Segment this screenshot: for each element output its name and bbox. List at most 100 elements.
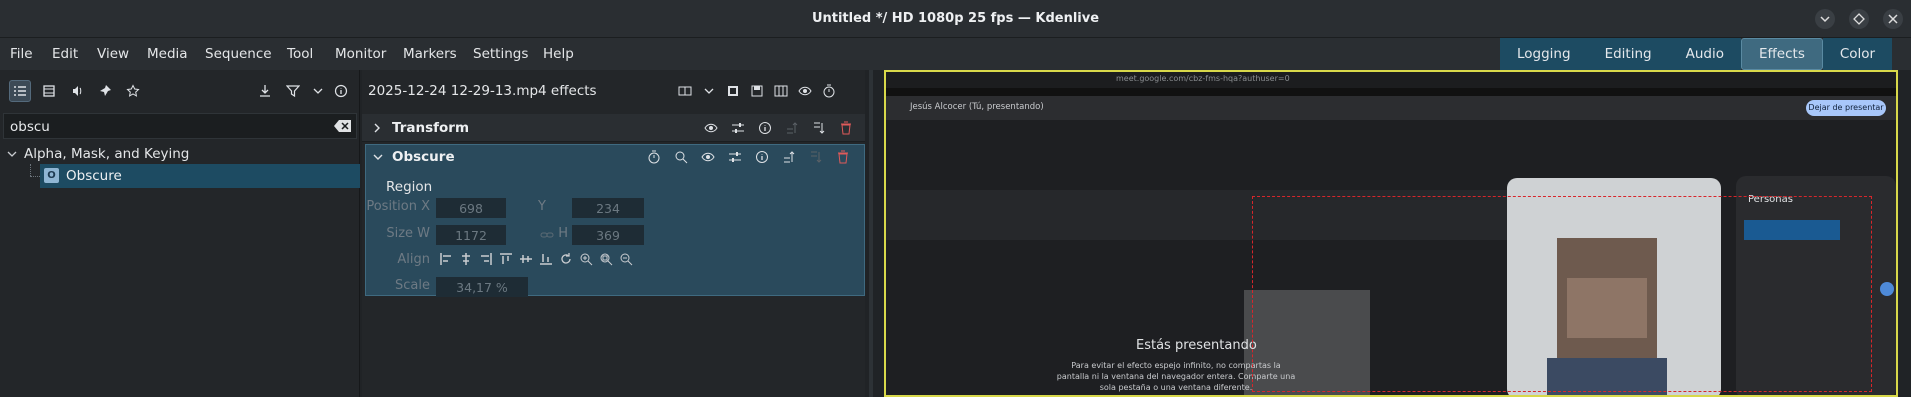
size-w-label: Size W — [386, 226, 430, 241]
zoom-fit-icon[interactable] — [598, 251, 614, 267]
align-vcenter-icon[interactable] — [518, 251, 534, 267]
keyframes-button[interactable] — [821, 83, 837, 99]
toggle-effects-button[interactable] — [797, 83, 813, 99]
reset-icon[interactable] — [558, 251, 574, 267]
align-hcenter-icon[interactable] — [458, 251, 474, 267]
region-label: Region — [386, 179, 433, 195]
browser-url: meet.google.com/cbz-fms-hqa?authuser=0 — [1116, 74, 1290, 83]
effect-icon: O — [44, 168, 59, 183]
audio-effects-button[interactable] — [66, 80, 88, 102]
menu-settings[interactable]: Settings — [473, 46, 528, 62]
effect-obscure: Obscure Region Position X 698 Y 234 Size… — [365, 144, 865, 297]
size-w-field[interactable]: 1172 — [436, 225, 506, 245]
tab-logging[interactable]: Logging — [1500, 38, 1588, 70]
tab-color[interactable]: Color — [1822, 38, 1893, 70]
align-label: Align — [397, 252, 430, 267]
star-icon — [126, 84, 140, 97]
info-icon — [334, 84, 348, 98]
position-x-field[interactable]: 698 — [436, 198, 506, 218]
link-icon[interactable] — [539, 227, 555, 243]
effect-transform[interactable]: Transform — [362, 114, 865, 142]
effect-item-obscure[interactable]: O Obscure — [40, 164, 360, 188]
info-icon[interactable] — [757, 120, 773, 136]
align-bottom-icon[interactable] — [538, 251, 554, 267]
delete-icon[interactable] — [835, 149, 851, 165]
align-right-icon[interactable] — [478, 251, 494, 267]
filter-icon — [286, 85, 300, 98]
clear-icon[interactable] — [334, 119, 352, 133]
eye-icon[interactable] — [703, 120, 719, 136]
eye-icon[interactable] — [700, 149, 716, 165]
menu-tool[interactable]: Tool — [287, 46, 313, 62]
close-icon — [1888, 14, 1898, 24]
settings-sliders-icon[interactable] — [727, 149, 743, 165]
y-field[interactable]: 234 — [572, 198, 644, 218]
menu-markers[interactable]: Markers — [403, 46, 457, 62]
effect-obscure-header[interactable]: Obscure — [366, 145, 864, 171]
save-stack-button[interactable] — [749, 83, 765, 99]
stopwatch-icon — [823, 84, 835, 98]
compare-dropdown[interactable] — [701, 83, 717, 99]
maximize-button[interactable] — [1849, 9, 1869, 29]
menu-media[interactable]: Media — [147, 46, 188, 62]
position-x-label: Position X — [366, 199, 430, 214]
effects-search-input[interactable]: obscu — [3, 113, 357, 139]
favorites-button[interactable] — [122, 80, 144, 102]
chevron-down-icon — [1820, 16, 1830, 23]
download-icon — [260, 85, 270, 97]
list-view-button[interactable] — [9, 80, 31, 102]
video-effects-button[interactable] — [38, 80, 60, 102]
move-down-icon[interactable] — [811, 120, 827, 136]
presenting-text: Estás presentando — [1136, 338, 1257, 353]
chevron-down-icon — [7, 151, 17, 157]
stop-presenting-button: Dejar de presentar — [1806, 100, 1886, 116]
info-icon[interactable] — [754, 149, 770, 165]
move-up-icon[interactable] — [781, 149, 797, 165]
menu-monitor[interactable]: Monitor — [335, 46, 386, 62]
delete-icon[interactable] — [838, 120, 854, 136]
minimize-button[interactable] — [1815, 9, 1835, 29]
zoom-out-icon[interactable] — [618, 251, 634, 267]
effect-name: Obscure — [392, 149, 455, 165]
menu-file[interactable]: File — [10, 46, 33, 62]
restore-icon — [1853, 13, 1865, 25]
browser-bar: meet.google.com/cbz-fms-hqa?authuser=0 — [886, 72, 1896, 88]
custom-effects-button[interactable] — [95, 80, 117, 102]
info-button[interactable] — [330, 80, 352, 102]
effect-actions — [646, 149, 851, 165]
menu-sequence[interactable]: Sequence — [205, 46, 272, 62]
tab-audio[interactable]: Audio — [1668, 38, 1741, 70]
settings-sliders-icon[interactable] — [730, 120, 746, 136]
close-button[interactable] — [1883, 9, 1903, 29]
align-left-icon[interactable] — [438, 251, 454, 267]
list-icon — [14, 86, 26, 96]
window-title: Untitled */ HD 1080p 25 fps — Kdenlive — [811, 11, 1100, 26]
effect-stack-panel: 2025-12-24 12-29-13.mp4 effects Transfor… — [362, 70, 865, 397]
zoom-in-icon[interactable] — [578, 251, 594, 267]
presenting-bar: Jesús Alcocer (Tú, presentando) Dejar de… — [886, 96, 1896, 120]
align-top-icon[interactable] — [498, 251, 514, 267]
mask-button[interactable] — [725, 83, 741, 99]
h-field[interactable]: 369 — [572, 225, 644, 245]
effect-stack-title: 2025-12-24 12-29-13.mp4 effects — [368, 83, 597, 99]
menu-edit[interactable]: Edit — [52, 46, 78, 62]
zoom-region-icon[interactable] — [673, 149, 689, 165]
download-button[interactable] — [254, 80, 276, 102]
filter-button[interactable] — [282, 80, 304, 102]
tab-effects[interactable]: Effects — [1740, 38, 1823, 70]
split-view-button[interactable] — [773, 83, 789, 99]
mask-icon — [728, 86, 738, 96]
stopwatch-icon[interactable] — [646, 149, 662, 165]
filter-dropdown[interactable] — [307, 80, 329, 102]
category-alpha-mask-keying[interactable]: Alpha, Mask, and Keying — [0, 144, 360, 164]
menu-help[interactable]: Help — [543, 46, 574, 62]
save-icon — [751, 85, 763, 97]
scale-field[interactable]: 34,17 % — [436, 277, 528, 297]
tab-editing[interactable]: Editing — [1587, 38, 1669, 70]
menu-view[interactable]: View — [97, 46, 129, 62]
obscure-region-outline[interactable] — [1252, 196, 1872, 392]
edit-handle-icon[interactable] — [1880, 282, 1894, 296]
panel-splitter[interactable] — [865, 70, 883, 397]
effects-browser-panel: obscu Alpha, Mask, and Keying O Obscure — [0, 70, 360, 397]
compare-button[interactable] — [677, 83, 693, 99]
